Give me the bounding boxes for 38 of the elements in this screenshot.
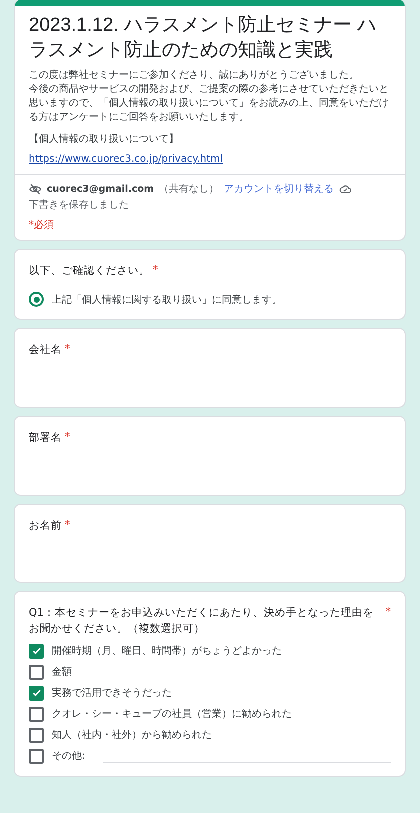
question-label: 部署名: [29, 430, 62, 446]
privacy-link[interactable]: https://www.cuorec3.co.jp/privacy.html: [29, 154, 224, 166]
option-label: 金額: [52, 666, 72, 680]
option-label: 開催時期（月、曜日、時間帯）がちょうどよかった: [52, 644, 282, 658]
description-text: 今後の商品やサービスの開発および、ご提案の際の参考にさせていただきたいと思いますので、「個人情報の取り扱いについて」をお読みの上、同意をいただける方はアンケートにご回答をお願いいたします。: [29, 83, 390, 126]
required-mark: *: [386, 606, 391, 618]
privacy-heading: 【個人情報の取り扱いについて】: [29, 133, 180, 148]
question-label: 会社名: [29, 343, 62, 358]
checkbox[interactable]: [29, 644, 44, 659]
checkbox[interactable]: [29, 706, 44, 722]
account-email: cuorec3@gmail.com: [47, 184, 154, 195]
option-label: クオレ・シー・キューブの社員（営業）に勧められた: [52, 708, 292, 722]
option-label: 実務で活用できそうだった: [52, 686, 172, 700]
sharing-status: （共有なし）: [159, 182, 220, 196]
description-text: この度は弊社セミナーにご参加くださり、誠にありがとうございました。: [29, 69, 360, 84]
required-note: *必須: [28, 218, 55, 234]
check-icon: [32, 688, 42, 698]
option-label: 上記「個人情報に関する取り扱い」に同意します。: [52, 294, 282, 307]
check-icon: [32, 646, 42, 656]
required-mark: *: [65, 343, 70, 356]
eye-off-icon: [29, 182, 42, 196]
switch-account-link[interactable]: アカウントを切り替える: [224, 182, 334, 196]
option-label: その他:: [52, 750, 86, 764]
required-mark: *: [153, 264, 158, 276]
cloud-check-icon: [339, 182, 352, 196]
draft-status: 下書きを保存しました: [29, 198, 129, 212]
checkbox[interactable]: [29, 664, 44, 680]
form-title: 2023.1.12. ハラスメント防止セミナー ハラスメント防止のための知識と実践: [29, 14, 378, 63]
option-label: 知人（社内・社外）から勧められた: [52, 728, 212, 742]
checkbox[interactable]: [29, 728, 44, 743]
required-mark: *: [65, 430, 70, 443]
checkbox[interactable]: [29, 686, 44, 701]
checkbox[interactable]: [29, 748, 44, 764]
question-label: お名前: [29, 518, 62, 534]
radio-button[interactable]: [29, 292, 44, 308]
required-mark: *: [65, 518, 70, 531]
question-label: 以下、ご確認ください。: [29, 264, 150, 280]
question-label: Q1：本セミナーをお申込みいただくにあたり、決め手となった理由をお聞かせください。（複数選択可）: [29, 606, 375, 638]
